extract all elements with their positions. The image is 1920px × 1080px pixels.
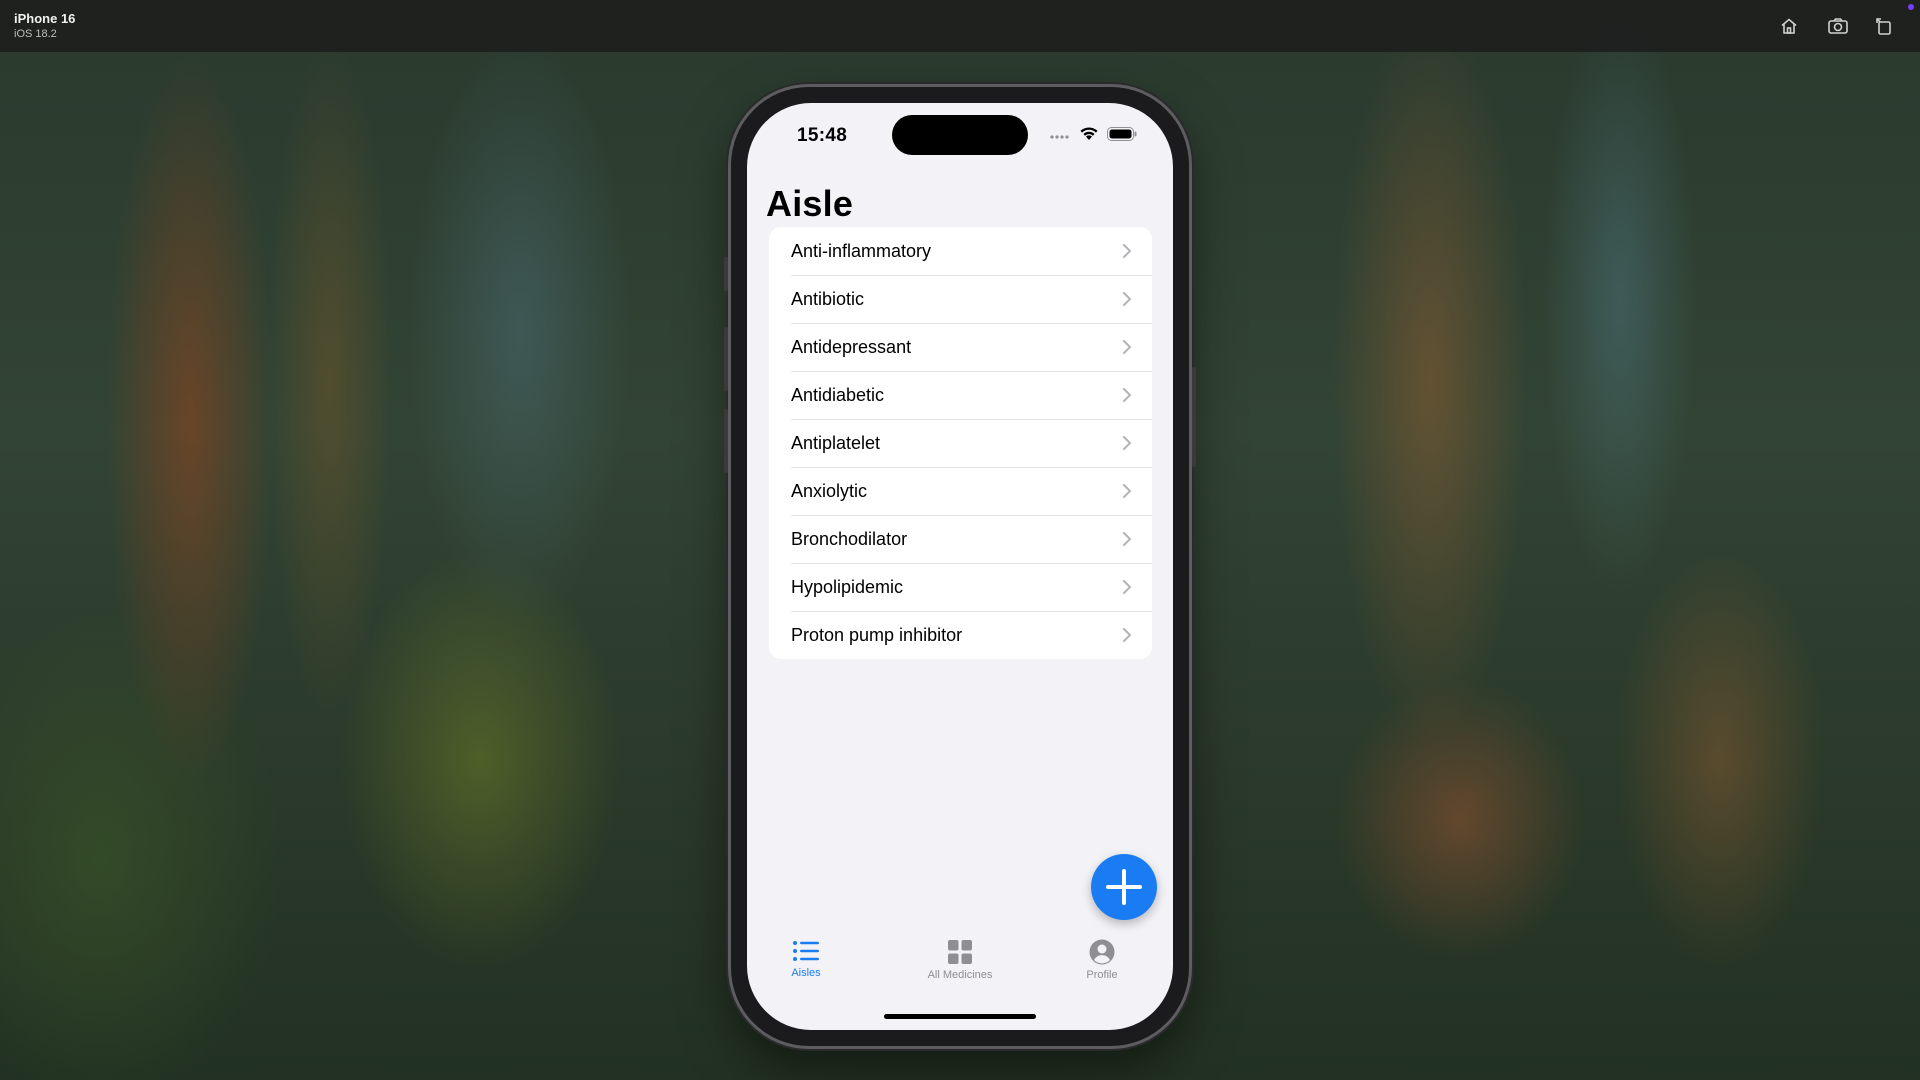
aisle-list: Anti-inflammatory Antibiotic Antidepress… xyxy=(769,227,1152,659)
status-time: 15:48 xyxy=(797,125,848,146)
list-item-label: Anxiolytic xyxy=(791,480,868,501)
device-name: iPhone 16 xyxy=(14,11,76,26)
list-item-label: Antidepressant xyxy=(791,336,912,357)
iphone-frame: 15:48 Aisle Anti-inflammatory Antibiotic xyxy=(724,87,1196,1046)
action-button xyxy=(724,257,728,291)
list-item[interactable]: Hypolipidemic xyxy=(769,563,1152,611)
page-title: Aisle xyxy=(766,183,854,224)
chevron-right-icon xyxy=(1123,532,1131,546)
list-item-label: Antiplatelet xyxy=(791,432,881,453)
chevron-right-icon xyxy=(1123,388,1131,402)
list-item-label: Antidiabetic xyxy=(791,384,885,405)
tab-label: Aisles xyxy=(791,967,821,979)
list-item-label: Antibiotic xyxy=(791,288,865,309)
side-button xyxy=(1192,367,1196,467)
list-item[interactable]: Antibiotic xyxy=(769,275,1152,323)
recording-indicator xyxy=(1908,4,1914,10)
tab-aisles[interactable]: Aisles xyxy=(751,939,861,995)
screenshot-icon[interactable] xyxy=(1826,14,1850,38)
volume-down-button xyxy=(724,409,728,473)
tab-bar: Aisles All Medicines Profile xyxy=(747,939,1173,999)
phone-screen: 15:48 Aisle Anti-inflammatory Antibiotic xyxy=(747,103,1173,1030)
chevron-right-icon xyxy=(1123,436,1131,450)
list-item-label: Proton pump inhibitor xyxy=(791,624,963,645)
volume-up-button xyxy=(724,327,728,391)
home-indicator xyxy=(884,1014,1036,1019)
person-circle-icon xyxy=(1089,939,1115,965)
chevron-right-icon xyxy=(1123,340,1131,354)
tab-label: All Medicines xyxy=(927,969,993,981)
list-item[interactable]: Antiplatelet xyxy=(769,419,1152,467)
chevron-right-icon xyxy=(1123,484,1131,498)
dynamic-island xyxy=(892,115,1028,155)
home-icon[interactable] xyxy=(1777,14,1801,38)
tab-label: Profile xyxy=(1086,969,1118,981)
status-icons xyxy=(1049,126,1137,146)
list-item-label: Bronchodilator xyxy=(791,528,908,549)
list-icon xyxy=(793,941,819,961)
list-item[interactable]: Anxiolytic xyxy=(769,467,1152,515)
grid-icon xyxy=(948,940,972,964)
plus-icon xyxy=(1106,869,1142,905)
list-item[interactable]: Bronchodilator xyxy=(769,515,1152,563)
os-version: iOS 18.2 xyxy=(14,28,57,40)
list-item-label: Anti-inflammatory xyxy=(791,240,932,261)
simulator-toolbar: iPhone 16 iOS 18.2 xyxy=(0,0,1920,52)
list-item-label: Hypolipidemic xyxy=(791,576,904,597)
add-aisle-button[interactable] xyxy=(1091,854,1157,920)
rotate-icon[interactable] xyxy=(1872,14,1896,38)
chevron-right-icon xyxy=(1123,580,1131,594)
cellular-icon xyxy=(1049,127,1071,145)
chevron-right-icon xyxy=(1123,628,1131,642)
tab-all-medicines[interactable]: All Medicines xyxy=(905,939,1015,995)
list-item[interactable]: Antidepressant xyxy=(769,323,1152,371)
list-item[interactable]: Antidiabetic xyxy=(769,371,1152,419)
chevron-right-icon xyxy=(1123,244,1131,258)
battery-icon xyxy=(1107,126,1137,146)
tab-profile[interactable]: Profile xyxy=(1047,939,1157,995)
list-item[interactable]: Proton pump inhibitor xyxy=(769,611,1152,659)
list-item[interactable]: Anti-inflammatory xyxy=(769,227,1152,275)
wifi-icon xyxy=(1079,126,1099,146)
chevron-right-icon xyxy=(1123,292,1131,306)
